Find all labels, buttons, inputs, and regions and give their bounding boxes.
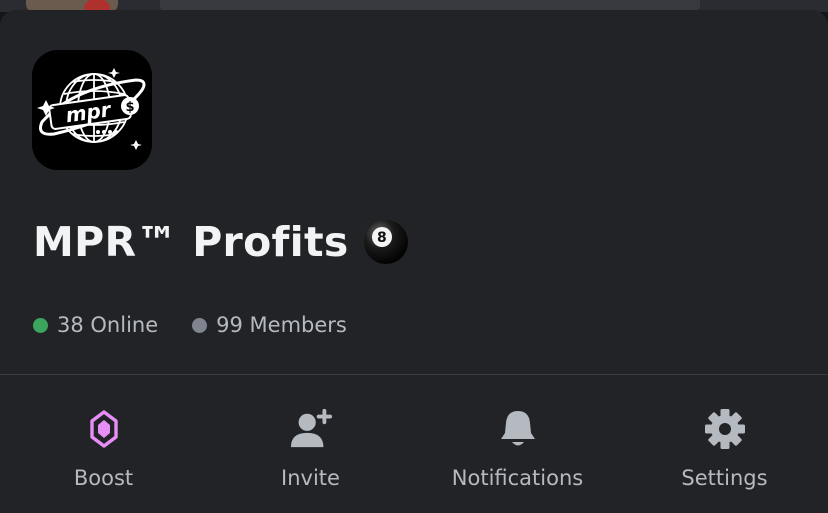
boost-gem-icon xyxy=(82,407,126,451)
svg-text:$: $ xyxy=(125,100,134,115)
boost-label: Boost xyxy=(73,466,134,490)
server-profile-screen: mpr $ MPR™ Profits 8 38 Online 99 Member… xyxy=(0,0,828,513)
8-ball-icon: 8 xyxy=(363,219,409,265)
boost-button[interactable]: Boost xyxy=(0,375,207,513)
settings-label: Settings xyxy=(681,466,768,490)
member-count-text: 99 Members xyxy=(216,313,347,337)
svg-text:8: 8 xyxy=(377,230,387,246)
bell-icon xyxy=(496,407,540,451)
add-user-icon xyxy=(289,407,333,451)
server-name-text: MPR™ Profits xyxy=(33,218,349,266)
online-status-dot xyxy=(33,317,48,333)
server-bottom-sheet: mpr $ MPR™ Profits 8 38 Online 99 Member… xyxy=(0,10,828,513)
server-title: MPR™ Profits 8 xyxy=(33,218,409,266)
server-stats: 38 Online 99 Members xyxy=(33,313,347,337)
server-logo-icon: mpr $ xyxy=(32,50,152,170)
members-status-dot xyxy=(192,317,208,333)
online-count-text: 38 Online xyxy=(57,313,159,337)
gear-icon xyxy=(703,407,747,451)
settings-button[interactable]: Settings xyxy=(621,375,828,513)
member-count: 99 Members xyxy=(192,313,347,337)
invite-button[interactable]: Invite xyxy=(207,375,414,513)
notifications-label: Notifications xyxy=(451,466,584,490)
server-action-bar: Boost Invite Notifications Settings xyxy=(0,375,828,513)
online-count: 38 Online xyxy=(33,313,158,337)
invite-label: Invite xyxy=(281,466,340,490)
notifications-button[interactable]: Notifications xyxy=(414,375,621,513)
background-input xyxy=(160,0,700,10)
